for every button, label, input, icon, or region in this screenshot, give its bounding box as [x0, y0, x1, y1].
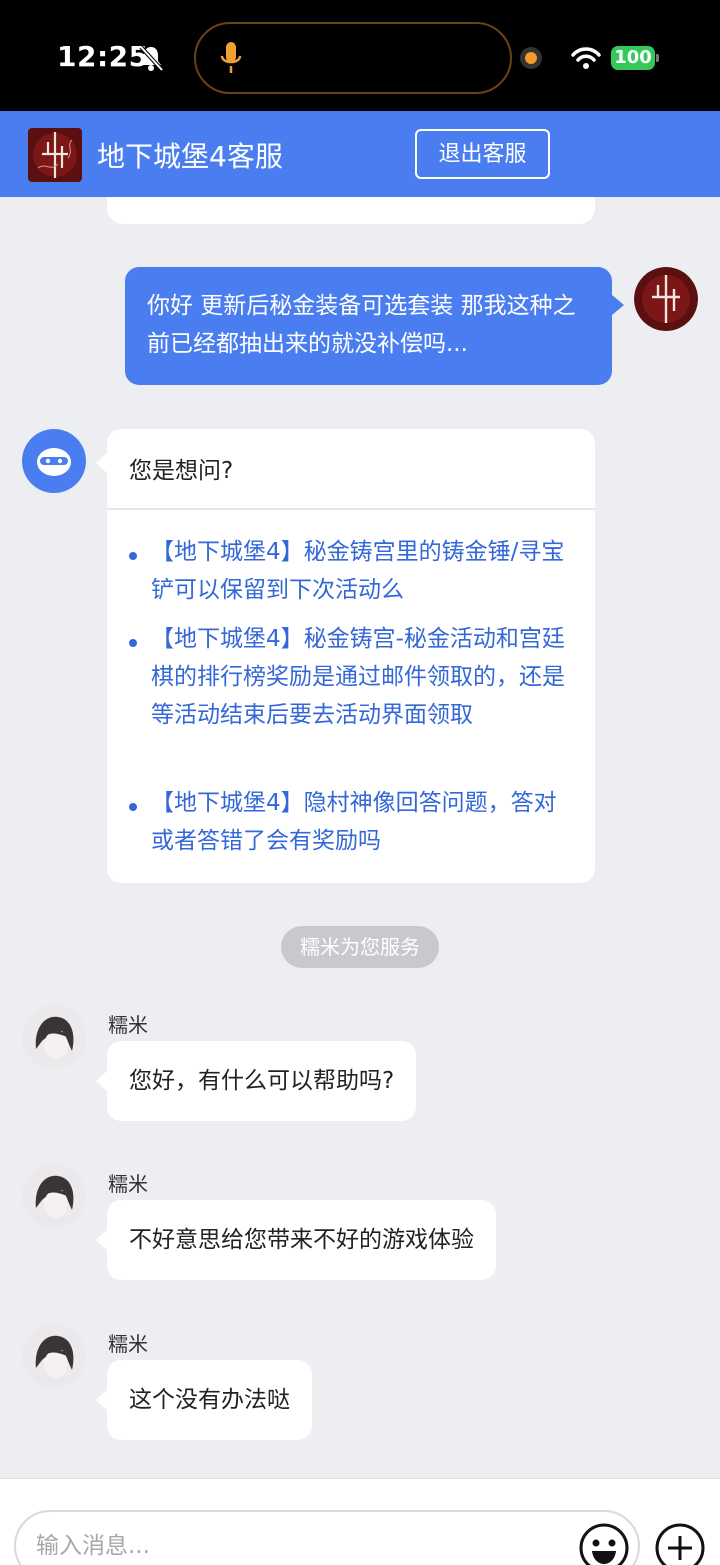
- bot-suggestion-card: 您是想问? 【地下城堡4】秘金铸宫里的铸金锤/寻宝铲可以保留到下次活动么 【地下…: [96, 429, 595, 883]
- game-logo: [28, 128, 82, 182]
- chat-header: 地下城堡4客服 退出客服: [0, 111, 720, 197]
- battery-indicator: 100: [611, 46, 655, 70]
- battery-tip: [656, 54, 659, 62]
- suggestion-link[interactable]: 【地下城堡4】秘金铸宫里的铸金锤/寻宝铲可以保留到下次活动么: [151, 533, 571, 609]
- user-avatar: [634, 267, 698, 331]
- suggestion-link[interactable]: 【地下城堡4】隐村神像回答问题，答对或者答错了会有奖励吗: [151, 784, 571, 860]
- agent-name: 糯米: [108, 1332, 148, 1356]
- smiley-icon[interactable]: [578, 1522, 630, 1565]
- plus-circle-icon[interactable]: [654, 1522, 706, 1565]
- bullet-icon: [129, 803, 137, 811]
- agent-avatar: [22, 1324, 86, 1388]
- agent-avatar: [22, 1005, 86, 1069]
- message-input[interactable]: [14, 1510, 640, 1565]
- agent-message-bubble: 不好意思给您带来不好的游戏体验: [96, 1200, 496, 1280]
- bot-avatar: [22, 429, 86, 493]
- suggestion-link[interactable]: 【地下城堡4】秘金铸宫-秘金活动和宫廷棋的排行榜奖励是通过邮件领取的，还是等活动…: [151, 620, 571, 734]
- microphone-icon: [220, 42, 242, 73]
- status-bar: 12:25 100: [0, 0, 720, 111]
- agent-message-bubble: 您好，有什么可以帮助吗?: [95, 1041, 417, 1121]
- exit-service-button[interactable]: 退出客服: [415, 129, 550, 179]
- user-message-bubble: 你好 更新后秘金装备可选套装 那我这种之前已经都抽出来的就没补偿吗...: [125, 267, 624, 385]
- bell-slash-icon: [139, 45, 164, 72]
- system-notice: 糯米为您服务: [281, 926, 439, 968]
- wifi-icon: [571, 47, 601, 69]
- bullet-icon: [129, 552, 137, 560]
- chat-area[interactable]: 你好 更新后秘金装备可选套装 那我这种之前已经都抽出来的就没补偿吗... 您是想…: [0, 197, 720, 1478]
- agent-avatar: [22, 1164, 86, 1228]
- status-time: 12:25: [57, 40, 149, 73]
- divider: [107, 508, 595, 510]
- agent-name: 糯米: [108, 1013, 148, 1037]
- robot-icon: [37, 448, 71, 476]
- agent-name: 糯米: [108, 1172, 148, 1196]
- agent-message-bubble: 这个没有办法哒: [96, 1360, 312, 1440]
- bullet-icon: [129, 639, 137, 647]
- recording-indicator-icon: [520, 47, 542, 69]
- bot-question: 您是想问?: [129, 458, 234, 484]
- previous-message-bubble: [107, 197, 595, 224]
- message-input-bar: [0, 1478, 720, 1565]
- page-title: 地下城堡4客服: [97, 140, 283, 173]
